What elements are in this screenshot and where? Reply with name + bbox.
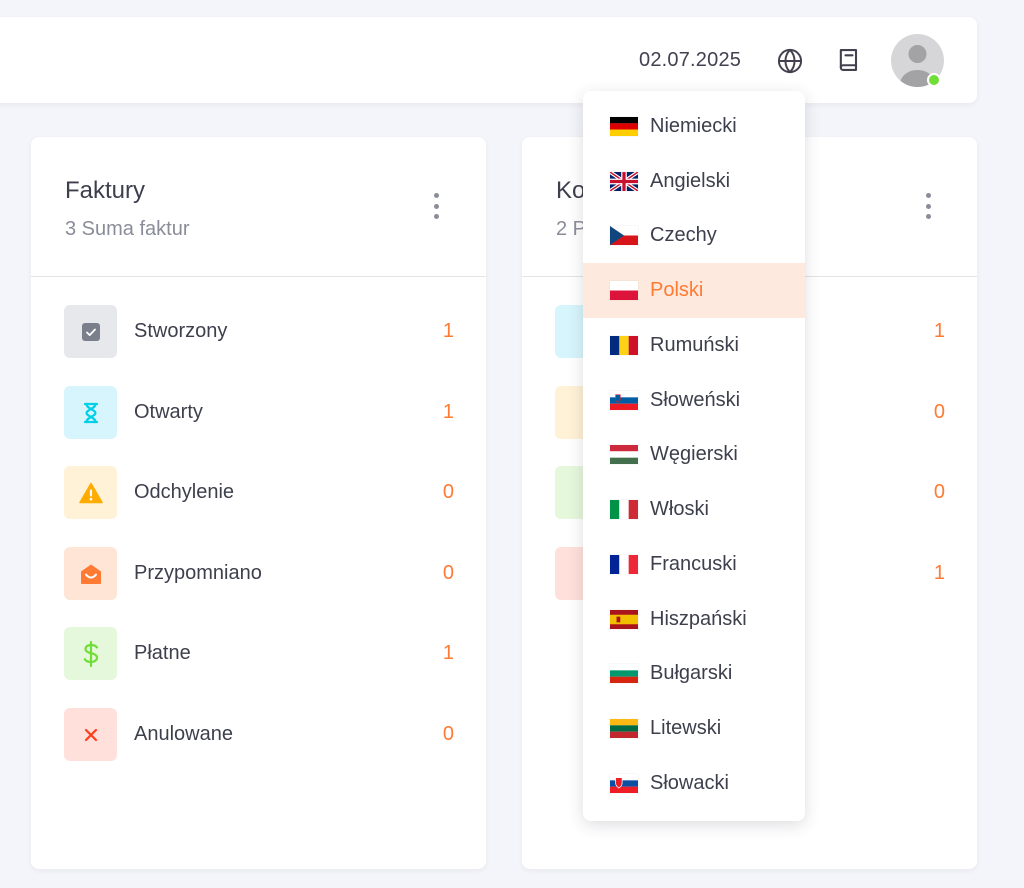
- language-option-french[interactable]: Francuski: [583, 537, 805, 592]
- warning-icon: [64, 466, 117, 519]
- language-label: Angielski: [650, 169, 731, 192]
- language-option-polish[interactable]: Polski: [583, 263, 805, 318]
- globe-icon[interactable]: [775, 46, 805, 76]
- flag-slovakia-icon: [610, 773, 638, 793]
- language-option-slovenian[interactable]: Słoweński: [583, 373, 805, 428]
- top-navbar: [0, 17, 977, 103]
- dollar-icon: [64, 627, 117, 680]
- language-label: Słoweński: [650, 388, 741, 411]
- language-dropdown: Niemiecki Angielski Czechy Polski Rumuńs…: [583, 91, 805, 821]
- language-label: Słowacki: [650, 771, 729, 794]
- flag-france-icon: [610, 554, 638, 574]
- status-label: Płatne: [134, 642, 191, 664]
- card-title: Faktury: [65, 177, 146, 204]
- book-icon[interactable]: [834, 45, 864, 75]
- flag-czech-icon: [610, 226, 638, 246]
- status-count: 0: [933, 481, 945, 503]
- status-row-deviation[interactable]: Odchylenie 0: [64, 466, 454, 519]
- flag-italy-icon: [610, 500, 638, 520]
- status-count: 1: [442, 320, 454, 342]
- flag-uk-icon: [610, 171, 638, 191]
- language-option-spanish[interactable]: Hiszpański: [583, 592, 805, 647]
- language-label: Niemiecki: [650, 114, 737, 137]
- language-label: Litewski: [650, 717, 722, 740]
- flag-bulgaria-icon: [610, 664, 638, 684]
- language-option-german[interactable]: Niemiecki: [583, 99, 805, 154]
- language-option-czech[interactable]: Czechy: [583, 209, 805, 264]
- mail-open-icon: [64, 547, 117, 600]
- status-count: 1: [933, 562, 945, 584]
- language-option-bulgarian[interactable]: Bułgarski: [583, 647, 805, 702]
- flag-lithuania-icon: [610, 719, 638, 739]
- status-row-open[interactable]: Otwarty 1: [64, 386, 454, 439]
- language-option-slovak[interactable]: Słowacki: [583, 756, 805, 811]
- flag-hungary-icon: [610, 445, 638, 465]
- status-label: Anulowane: [134, 723, 233, 745]
- language-option-hungarian[interactable]: Węgierski: [583, 428, 805, 483]
- flag-germany-icon: [610, 116, 638, 136]
- language-label: Bułgarski: [650, 662, 733, 685]
- status-count: 0: [933, 401, 945, 423]
- online-status-dot: [927, 73, 941, 87]
- language-label: Rumuński: [650, 333, 739, 356]
- status-count: 1: [442, 401, 454, 423]
- flag-slovenia-icon: [610, 390, 638, 410]
- close-icon: [64, 708, 117, 761]
- card-subtitle: 2 P: [556, 218, 587, 240]
- current-date: 02.07.2025: [639, 49, 742, 71]
- language-label: Hiszpański: [650, 607, 747, 630]
- language-option-romanian[interactable]: Rumuński: [583, 318, 805, 373]
- status-row-created[interactable]: Stworzony 1: [64, 305, 454, 358]
- invoices-card: Faktury 3 Suma faktur Stworzony 1 Otwart…: [31, 137, 486, 869]
- status-count: 1: [933, 320, 945, 342]
- checkbox-icon: [64, 305, 117, 358]
- status-count: 0: [442, 723, 454, 745]
- kebab-menu-icon[interactable]: [924, 193, 932, 219]
- status-count: 0: [442, 562, 454, 584]
- language-option-lithuanian[interactable]: Litewski: [583, 701, 805, 756]
- status-label: Odchylenie: [134, 481, 235, 503]
- language-label: Francuski: [650, 552, 737, 575]
- card-subtitle: 3 Suma faktur: [65, 218, 190, 240]
- card-title: Ko: [556, 177, 586, 204]
- status-count: 0: [442, 481, 454, 503]
- status-row-paid[interactable]: Płatne 1: [64, 627, 454, 680]
- status-label: Przypomniano: [134, 562, 262, 584]
- language-label: Włoski: [650, 498, 709, 521]
- status-label: Otwarty: [134, 401, 203, 423]
- language-option-italian[interactable]: Włoski: [583, 482, 805, 537]
- flag-poland-icon: [610, 281, 638, 301]
- status-row-reminded[interactable]: Przypomniano 0: [64, 547, 454, 600]
- hourglass-icon: [64, 386, 117, 439]
- language-option-english[interactable]: Angielski: [583, 154, 805, 209]
- flag-spain-icon: [610, 609, 638, 629]
- divider: [31, 276, 486, 277]
- status-count: 1: [442, 642, 454, 664]
- kebab-menu-icon[interactable]: [432, 193, 440, 219]
- language-label: Czechy: [650, 224, 717, 247]
- language-label: Polski: [650, 279, 704, 302]
- language-label: Węgierski: [650, 443, 738, 466]
- flag-romania-icon: [610, 335, 638, 355]
- status-label: Stworzony: [134, 320, 228, 342]
- status-row-cancelled[interactable]: Anulowane 0: [64, 708, 454, 761]
